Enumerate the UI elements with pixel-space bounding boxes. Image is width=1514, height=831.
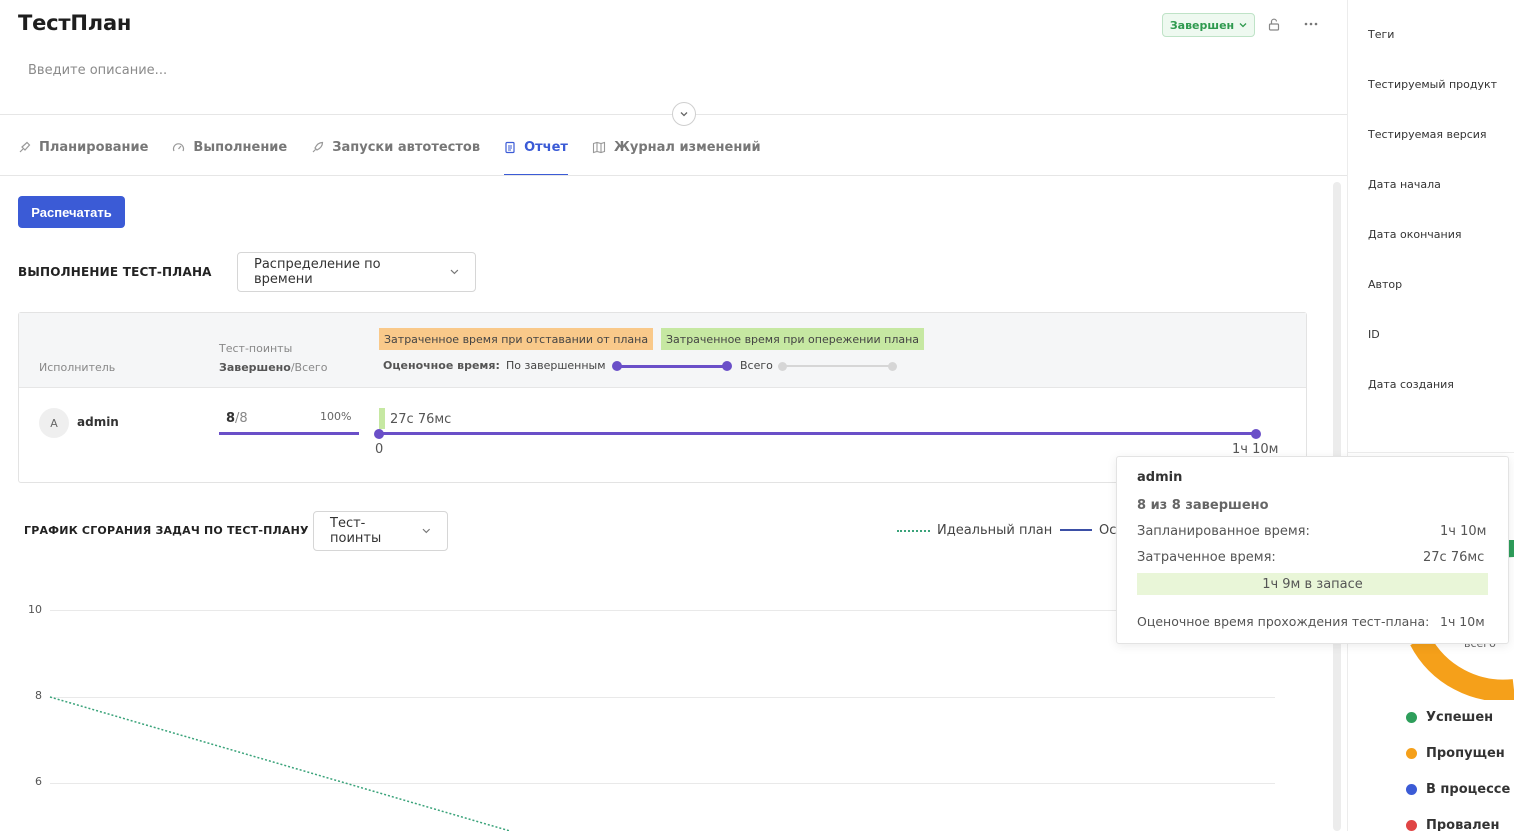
column-done-total: Завершено/Всего [219, 361, 328, 374]
execution-table-header [19, 313, 1306, 388]
estimate-all-end [888, 362, 897, 371]
rocket-icon [312, 141, 324, 152]
estimate-all-label: Всего [740, 359, 773, 372]
tab-planning[interactable]: Планирование [18, 118, 148, 176]
time-estimate-end [1251, 429, 1261, 439]
legend-ahead-plan: Затраченное время при опережении плана [661, 328, 925, 350]
tooltip-planned-value: 1ч 10м [1440, 524, 1487, 539]
side-label-product: Тестируемый продукт [1368, 78, 1498, 91]
time-estimate-line [379, 432, 1257, 435]
estimate-label: Оценочное время: [383, 359, 500, 372]
tooltip-planned-label: Запланированное время: [1137, 524, 1310, 539]
status-dot [1406, 748, 1417, 759]
execution-section-title: ВЫПОЛНЕНИЕ ТЕСТ-ПЛАНА [18, 265, 212, 279]
side-label-created: Дата создания [1368, 378, 1454, 391]
status-legend-passed: Успешен [1406, 710, 1493, 725]
spent-time-bar [379, 408, 385, 429]
rocket-plan-icon [19, 141, 31, 152]
description-input[interactable]: Введите описание... [28, 63, 167, 78]
column-testpoints: Тест-поинты [219, 342, 293, 355]
ideal-plan-series [49, 696, 511, 831]
tooltip-spent-label: Затраченное время: [1137, 550, 1276, 565]
status-legend-failed: Провален [1406, 818, 1499, 831]
tooltip-name: admin [1137, 470, 1183, 485]
status-dot [1406, 784, 1417, 795]
testpoints-percent: 100% [320, 410, 352, 423]
chevron-down-icon [422, 528, 431, 534]
report-icon [505, 141, 515, 153]
column-assignee: Исполнитель [39, 361, 116, 374]
tooltip-reserve: 1ч 9м в запасе [1137, 573, 1488, 595]
spent-time-label: 27с 76мс [390, 412, 452, 427]
estimate-all-line [782, 365, 893, 367]
status-legend-skipped: Пропущен [1406, 746, 1505, 761]
tooltip-spent-value: 27с 76мс [1423, 550, 1485, 565]
chevron-down-icon [1239, 19, 1247, 32]
burndown-section-title: ГРАФИК СГОРАНИЯ ЗАДАЧ ПО ТЕСТ-ПЛАНУ [24, 524, 309, 537]
time-estimate-start [374, 429, 384, 439]
status-label: Завершен [1169, 18, 1235, 32]
assignee-name: admin [77, 415, 119, 429]
side-divider [1347, 452, 1514, 453]
status-dot [1406, 820, 1417, 831]
time-start-label: 0 [375, 442, 384, 457]
testpoints-progress-track [219, 432, 359, 435]
unlock-icon[interactable] [1263, 13, 1285, 35]
more-icon[interactable] [1300, 13, 1322, 35]
tooltip-estimate-value: 1ч 10м [1440, 614, 1485, 629]
print-button[interactable]: Распечатать [18, 196, 125, 228]
burndown-select[interactable]: Тест-поинты [313, 511, 448, 551]
tab-changelog[interactable]: Журнал изменений [592, 118, 761, 176]
gauge-icon [173, 142, 185, 151]
testpoints-progress-fill [219, 432, 359, 435]
distribution-select[interactable]: Распределение по времени [237, 252, 476, 292]
side-label-version: Тестируемая версия [1368, 128, 1487, 141]
legend-ideal-line [897, 530, 930, 532]
tooltip-estimate-label: Оценочное время прохождения тест-плана: [1137, 614, 1430, 629]
estimate-by-done-end [722, 361, 732, 371]
status-dot [1406, 712, 1417, 723]
status-legend-in-progress: В процессе [1406, 782, 1510, 797]
burndown-chart [49, 696, 511, 831]
book-icon [592, 141, 606, 153]
chevron-down-icon [450, 269, 459, 275]
tabs-divider [0, 175, 1347, 176]
tab-report[interactable]: Отчет [504, 118, 568, 176]
estimate-by-done-start [612, 361, 622, 371]
chevron-down-icon [680, 112, 688, 117]
time-end-label: 1ч 10м [1232, 442, 1279, 457]
tab-bar: Планирование Выполнение Запуски автотест… [18, 118, 785, 176]
estimate-all-start [778, 362, 787, 371]
status-dropdown[interactable]: Завершен [1162, 13, 1255, 37]
side-label-author: Автор [1368, 278, 1403, 291]
side-label-tags: Теги [1368, 28, 1395, 41]
side-panel [1347, 0, 1514, 831]
side-label-id: ID [1368, 328, 1380, 341]
testpoints-count: 8/8 [226, 411, 248, 426]
tooltip-summary: 8 из 8 завершено [1137, 498, 1269, 513]
tab-execution[interactable]: Выполнение [172, 118, 287, 176]
estimate-by-done-label: По завершенным [506, 359, 606, 372]
side-label-start-date: Дата начала [1368, 178, 1441, 191]
page-title: ТестПлан [18, 11, 132, 35]
legend-behind-plan: Затраченное время при отставании от план… [379, 328, 654, 350]
estimate-by-done-line [616, 365, 727, 368]
legend-ideal-label: Идеальный план [937, 523, 1053, 538]
legend-actual-label: Ос [1099, 523, 1117, 538]
legend-actual-line [1060, 529, 1092, 531]
tab-autotests[interactable]: Запуски автотестов [311, 118, 480, 176]
avatar: A [39, 408, 69, 438]
side-label-end-date: Дата окончания [1368, 228, 1462, 241]
